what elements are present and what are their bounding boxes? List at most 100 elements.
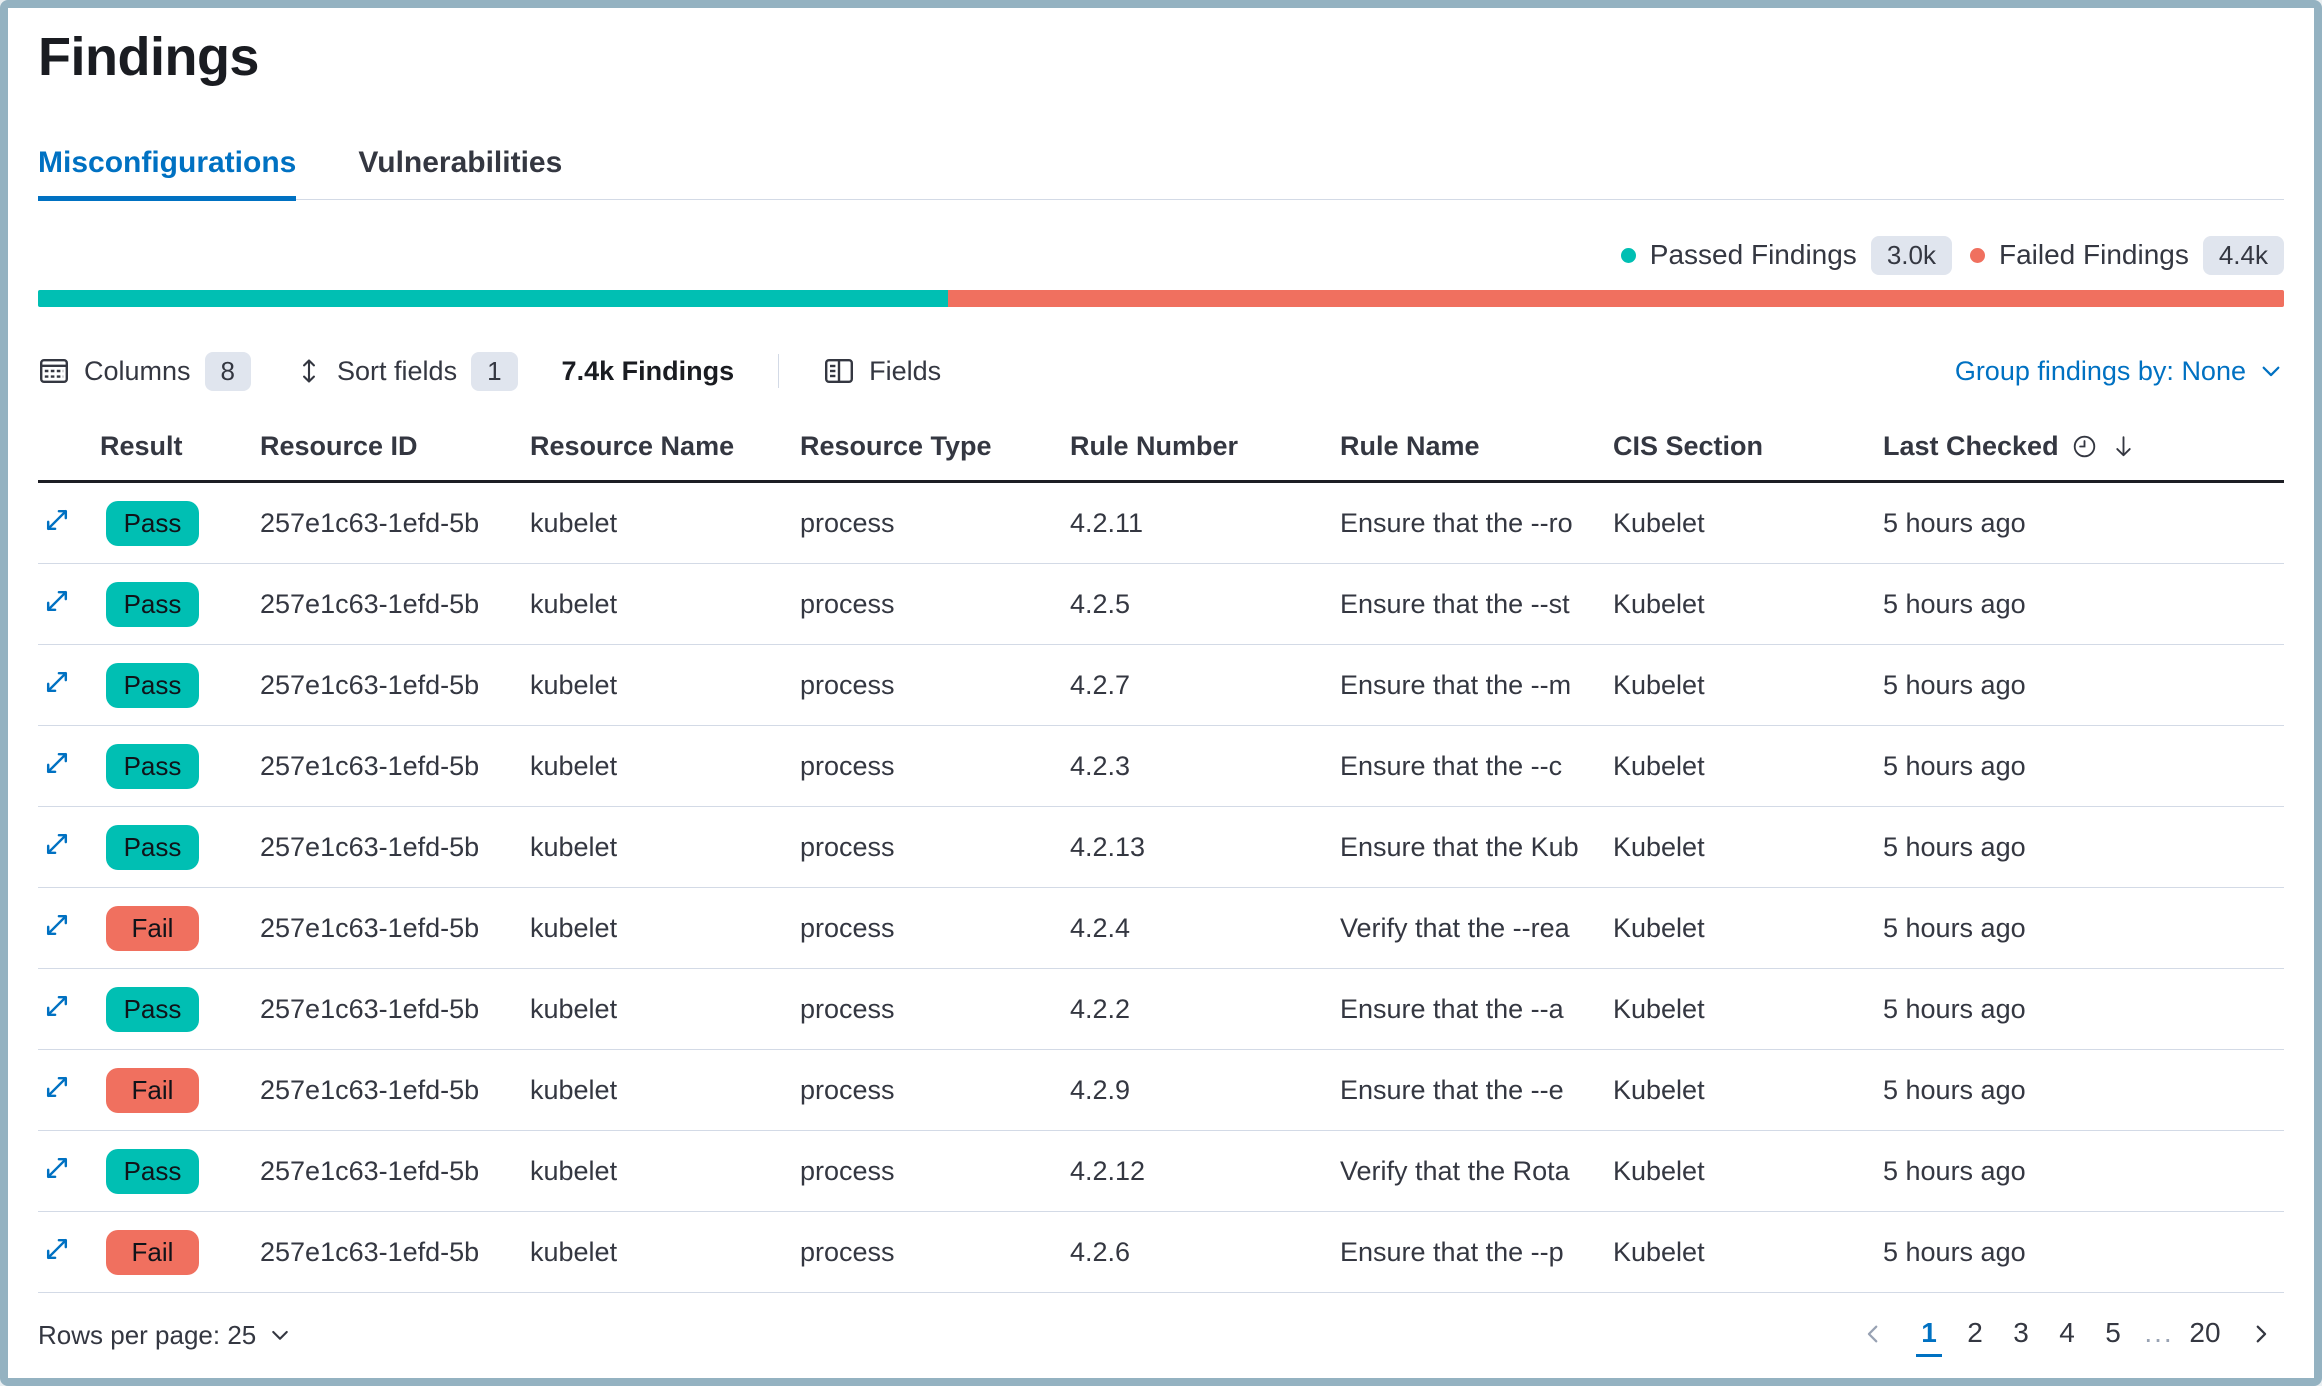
toolbar-divider <box>778 354 779 388</box>
cell-resource-id: 257e1c63-1efd-5b <box>260 589 530 620</box>
legend-item-passed[interactable]: Passed Findings 3.0k <box>1621 236 1952 275</box>
column-header-rule-name[interactable]: Rule Name <box>1340 431 1613 462</box>
page-number-button[interactable]: 5 <box>2090 1313 2136 1357</box>
cell-resource-name: kubelet <box>530 589 800 620</box>
page-number-button[interactable]: 2 <box>1952 1313 1998 1357</box>
expand-icon <box>42 991 72 1021</box>
expand-finding-button[interactable] <box>42 910 72 943</box>
cell-last-checked: 5 hours ago <box>1883 913 2284 944</box>
result-badge: Pass <box>106 825 199 870</box>
page-number-button[interactable]: 4 <box>2044 1313 2090 1357</box>
cell-resource-type: process <box>800 1237 1070 1268</box>
cell-resource-id: 257e1c63-1efd-5b <box>260 1237 530 1268</box>
sort-icon <box>295 357 323 385</box>
cell-resource-name: kubelet <box>530 751 800 782</box>
findings-table: Result Resource ID Resource Name Resourc… <box>38 413 2284 1293</box>
expand-finding-button[interactable] <box>42 1072 72 1105</box>
chevron-left-icon <box>1860 1321 1886 1347</box>
cell-resource-id: 257e1c63-1efd-5b <box>260 508 530 539</box>
table-row: Pass 257e1c63-1efd-5b kubelet process 4.… <box>38 483 2284 564</box>
sort-fields-count-badge: 1 <box>471 352 517 391</box>
pagination: 12345...20 <box>1850 1313 2284 1357</box>
page-number-button[interactable]: 20 <box>2182 1313 2228 1357</box>
cell-resource-name: kubelet <box>530 670 800 701</box>
result-badge: Pass <box>106 987 199 1032</box>
expand-icon <box>42 667 72 697</box>
previous-page-button[interactable] <box>1850 1321 1896 1350</box>
cell-resource-id: 257e1c63-1efd-5b <box>260 1075 530 1106</box>
column-header-cis-section[interactable]: CIS Section <box>1613 431 1883 462</box>
cell-rule-number: 4.2.5 <box>1070 589 1340 620</box>
cell-cis-section: Kubelet <box>1613 589 1883 620</box>
cell-cis-section: Kubelet <box>1613 1237 1883 1268</box>
page-number-button[interactable]: 3 <box>1998 1313 2044 1357</box>
failed-legend-label: Failed Findings <box>1999 239 2189 271</box>
rows-per-page-button[interactable]: Rows per page: 25 <box>38 1320 292 1351</box>
expand-finding-button[interactable] <box>42 991 72 1024</box>
column-header-result[interactable]: Result <box>100 431 260 462</box>
cell-resource-name: kubelet <box>530 913 800 944</box>
column-header-last-checked[interactable]: Last Checked <box>1883 431 2284 462</box>
expand-icon <box>42 910 72 940</box>
passed-legend-label: Passed Findings <box>1650 239 1857 271</box>
cell-resource-name: kubelet <box>530 508 800 539</box>
result-badge: Pass <box>106 501 199 546</box>
table-row: Pass 257e1c63-1efd-5b kubelet process 4.… <box>38 726 2284 807</box>
findings-count: 7.4k Findings <box>562 356 735 387</box>
cell-resource-name: kubelet <box>530 1075 800 1106</box>
next-page-button[interactable] <box>2238 1321 2284 1350</box>
cell-resource-type: process <box>800 913 1070 944</box>
expand-finding-button[interactable] <box>42 667 72 700</box>
sort-fields-label: Sort fields <box>337 356 457 387</box>
cell-cis-section: Kubelet <box>1613 1075 1883 1106</box>
column-header-resource-id[interactable]: Resource ID <box>260 431 530 462</box>
expand-finding-button[interactable] <box>42 586 72 619</box>
tab-bar: Misconfigurations Vulnerabilities <box>38 146 2284 200</box>
cell-resource-name: kubelet <box>530 1156 800 1187</box>
expand-finding-button[interactable] <box>42 505 72 538</box>
passed-dot-icon <box>1621 248 1636 263</box>
columns-button[interactable]: Columns 8 <box>38 352 251 391</box>
chevron-down-icon <box>268 1323 292 1347</box>
legend-item-failed[interactable]: Failed Findings 4.4k <box>1970 236 2284 275</box>
page-number-button[interactable]: 1 <box>1906 1313 1952 1357</box>
column-header-resource-type[interactable]: Resource Type <box>800 431 1070 462</box>
cell-resource-type: process <box>800 1156 1070 1187</box>
expand-icon <box>42 1072 72 1102</box>
expand-finding-button[interactable] <box>42 1153 72 1186</box>
table-row: Pass 257e1c63-1efd-5b kubelet process 4.… <box>38 1131 2284 1212</box>
cell-cis-section: Kubelet <box>1613 1156 1883 1187</box>
passed-count-badge: 3.0k <box>1871 236 1952 275</box>
expand-finding-button[interactable] <box>42 748 72 781</box>
table-row: Pass 257e1c63-1efd-5b kubelet process 4.… <box>38 645 2284 726</box>
columns-label: Columns <box>84 356 191 387</box>
fields-button[interactable]: Fields <box>823 355 941 387</box>
cell-last-checked: 5 hours ago <box>1883 994 2284 1025</box>
expand-icon <box>42 829 72 859</box>
cell-cis-section: Kubelet <box>1613 751 1883 782</box>
cell-last-checked: 5 hours ago <box>1883 589 2284 620</box>
tab-misconfigurations[interactable]: Misconfigurations <box>38 146 296 201</box>
cell-rule-number: 4.2.9 <box>1070 1075 1340 1106</box>
pagination-pages: 12345...20 <box>1906 1313 2228 1357</box>
expand-finding-button[interactable] <box>42 1234 72 1267</box>
group-findings-by-button[interactable]: Group findings by: None <box>1955 356 2284 387</box>
cell-rule-name: Ensure that the --e <box>1340 1075 1613 1106</box>
distribution-bar <box>38 290 2284 307</box>
column-header-rule-number[interactable]: Rule Number <box>1070 431 1340 462</box>
expand-icon <box>42 748 72 778</box>
cell-rule-name: Ensure that the --a <box>1340 994 1613 1025</box>
table-row: Pass 257e1c63-1efd-5b kubelet process 4.… <box>38 564 2284 645</box>
expand-finding-button[interactable] <box>42 829 72 862</box>
column-header-resource-name[interactable]: Resource Name <box>530 431 800 462</box>
page-title: Findings <box>38 24 2284 90</box>
cell-rule-name: Verify that the Rota <box>1340 1156 1613 1187</box>
cell-resource-type: process <box>800 751 1070 782</box>
table-header-row: Result Resource ID Resource Name Resourc… <box>38 413 2284 483</box>
cell-resource-type: process <box>800 832 1070 863</box>
table-row: Fail 257e1c63-1efd-5b kubelet process 4.… <box>38 1212 2284 1293</box>
cell-rule-name: Ensure that the --c <box>1340 751 1613 782</box>
cell-rule-name: Ensure that the --st <box>1340 589 1613 620</box>
sort-fields-button[interactable]: Sort fields 1 <box>295 352 518 391</box>
tab-vulnerabilities[interactable]: Vulnerabilities <box>358 146 562 199</box>
